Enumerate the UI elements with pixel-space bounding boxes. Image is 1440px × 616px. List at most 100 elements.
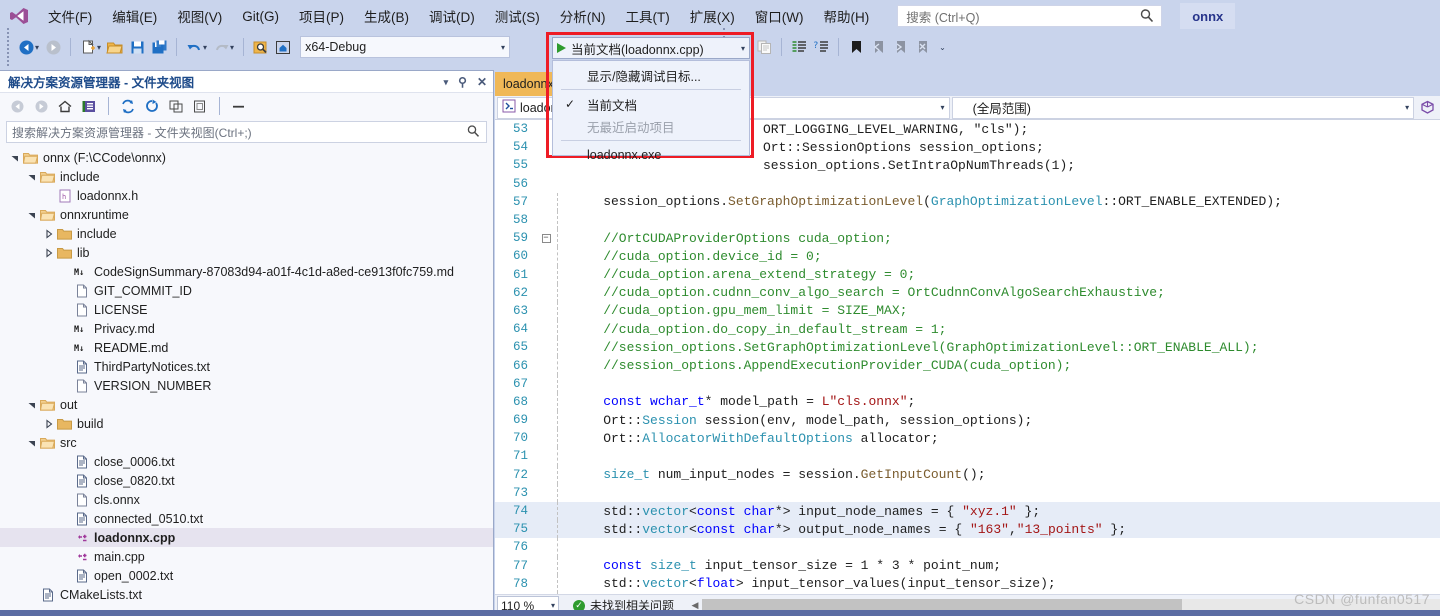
tree-item[interactable]: out [0,395,493,414]
switch-view-icon[interactable] [78,95,100,117]
menu-analyze[interactable]: 分析(N) [550,2,616,30]
tree-twisty-collapsed-icon[interactable] [42,228,56,239]
forward-icon[interactable] [30,95,52,117]
project-name-badge[interactable]: onnx [1180,3,1236,29]
tree-item[interactable]: onnxruntime [0,205,493,224]
tree-item[interactable]: connected_0510.txt [0,509,493,528]
tree-twisty-expanded-icon[interactable] [25,438,39,448]
debug-target-menu-item[interactable]: 显示/隐藏调试目标... [553,64,749,86]
menu-window[interactable]: 窗口(W) [745,2,814,30]
solution-explorer-search-input[interactable]: 搜索解决方案资源管理器 - 文件夹视图(Ctrl+;) [6,121,487,143]
tree-item[interactable]: main.cpp [0,547,493,566]
toggle-bookmark-icon[interactable] [845,36,867,58]
tree-item[interactable]: M↓ README.md [0,338,493,357]
start-debug-button[interactable]: 当前文档(loadonnx.cpp) ▾ [552,37,750,59]
tree-item[interactable]: LICENSE [0,300,493,319]
tree-item[interactable]: M↓ Privacy.md [0,319,493,338]
toolbar-grip-handle[interactable] [6,28,13,66]
code-line[interactable]: 58 [495,210,1440,230]
tree-item[interactable]: ThirdPartyNotices.txt [0,357,493,376]
tree-item[interactable]: onnx (F:\CCode\onnx) [0,148,493,167]
code-line[interactable]: 67 [495,374,1440,393]
tree-twisty-collapsed-icon[interactable] [42,418,56,429]
tree-twisty-expanded-icon[interactable] [8,153,22,163]
show-all-files-icon[interactable] [189,95,211,117]
code-line[interactable]: 60 //cuda_option.device_id = 0; [495,247,1440,266]
tree-item[interactable]: build [0,414,493,433]
new-file-dropdown-icon[interactable]: ▾ [97,43,101,52]
tree-twisty-expanded-icon[interactable] [25,400,39,410]
code-line[interactable]: 63 //cuda_option.gpu_mem_limit = SIZE_MA… [495,301,1440,321]
code-line[interactable]: 59− //OrtCUDAProviderOptions cuda_option… [495,229,1440,248]
menu-test[interactable]: 测试(S) [485,2,550,30]
menu-project[interactable]: 项目(P) [289,2,354,30]
new-file-icon[interactable] [77,36,99,58]
comment-selection-icon[interactable] [788,36,810,58]
code-line[interactable]: 64 //cuda_option.do_copy_in_default_stre… [495,320,1440,339]
menu-git[interactable]: Git(G) [232,5,289,28]
toolbar-overflow-icon[interactable]: ⌄ [939,43,946,52]
fold-toggle-icon[interactable]: − [535,233,557,244]
tree-item[interactable]: h loadonnx.h [0,186,493,205]
tree-item[interactable]: M↓ CodeSignSummary-87083d94-a01f-4c1d-a8e… [0,262,493,281]
previous-bookmark-icon[interactable] [867,36,889,58]
panel-menu-icon[interactable]: ▾ [444,77,449,88]
code-line[interactable]: 57 session_options.SetGraphOptimizationL… [495,192,1440,211]
code-editor[interactable]: 53 ORT_LOGGING_LEVEL_WARNING, "cls"); 54 Or… [495,120,1440,594]
tree-item[interactable]: CMakeLists.txt [0,585,493,604]
open-file-icon[interactable] [104,36,126,58]
home-view-icon[interactable] [272,36,294,58]
chevron-down-icon[interactable]: ▾ [741,44,745,53]
code-line[interactable]: 72 size_t num_input_nodes = session.GetI… [495,465,1440,484]
navigation-bar-scope-combo[interactable]: (全局范围) ▾ [951,96,1415,119]
code-line[interactable]: 77 const size_t input_tensor_size = 1 * … [495,556,1440,575]
code-line[interactable]: 56 [495,175,1440,193]
code-line[interactable]: 66 //session_options.AppendExecutionProv… [495,356,1440,375]
clear-bookmarks-icon[interactable] [911,36,933,58]
undo-dropdown-icon[interactable]: ▾ [203,43,207,52]
next-bookmark-icon[interactable] [889,36,911,58]
find-in-files-icon[interactable] [250,36,272,58]
tree-item[interactable]: loadonnx.cpp [0,528,493,547]
code-line[interactable]: 65 //session_options.SetGraphOptimizatio… [495,338,1440,357]
home-icon[interactable] [54,95,76,117]
code-line[interactable]: 76 [495,538,1440,557]
code-line[interactable]: 61 //cuda_option.arena_extend_strategy =… [495,265,1440,284]
pin-icon[interactable]: ⚲ [458,75,467,89]
redo-icon[interactable] [210,36,232,58]
menu-help[interactable]: 帮助(H) [813,2,879,30]
refresh-icon[interactable] [141,95,163,117]
menu-tools[interactable]: 工具(T) [616,2,680,30]
configuration-combo[interactable]: x64-Debug ▾ [300,36,511,58]
tree-item[interactable]: GIT_COMMIT_ID [0,281,493,300]
tree-item[interactable]: lib [0,243,493,262]
code-line[interactable]: 70 Ort::AllocatorWithDefaultOptions allo… [495,429,1440,448]
navigate-forward-icon[interactable] [42,36,64,58]
menu-file[interactable]: 文件(F) [38,2,102,30]
uncomment-selection-icon[interactable]: ? [810,36,832,58]
menu-build[interactable]: 生成(B) [354,2,419,30]
copy-icon[interactable] [753,36,775,58]
sync-with-active-document-icon[interactable] [117,95,139,117]
menu-edit[interactable]: 编辑(E) [102,2,167,30]
save-icon[interactable] [126,36,148,58]
navigate-backward-icon[interactable] [15,36,37,58]
menu-view[interactable]: 视图(V) [167,2,232,30]
tree-twisty-collapsed-icon[interactable] [42,247,56,258]
menu-extensions[interactable]: 扩展(X) [680,2,745,30]
global-search-input[interactable]: 搜索 (Ctrl+Q) [897,5,1163,27]
tree-item[interactable]: close_0006.txt [0,452,493,471]
tree-item[interactable]: open_0002.txt [0,566,493,585]
save-all-icon[interactable] [148,36,170,58]
code-line[interactable]: 75 std::vector<const char*> output_node_… [495,520,1440,539]
collapse-all-icon[interactable] [165,95,187,117]
code-line[interactable]: 74 std::vector<const char*> input_node_n… [495,501,1440,521]
code-line[interactable]: 62 //cuda_option.cudnn_conv_algo_search … [495,283,1440,302]
tree-item[interactable]: cls.onnx [0,490,493,509]
code-line[interactable]: 69 Ort::Session session(env, model_path,… [495,411,1440,430]
tree-item[interactable]: VERSION_NUMBER [0,376,493,395]
tree-item[interactable]: src [0,433,493,452]
undo-icon[interactable] [183,36,205,58]
code-line[interactable]: 73 [495,483,1440,502]
tree-twisty-expanded-icon[interactable] [25,172,39,182]
